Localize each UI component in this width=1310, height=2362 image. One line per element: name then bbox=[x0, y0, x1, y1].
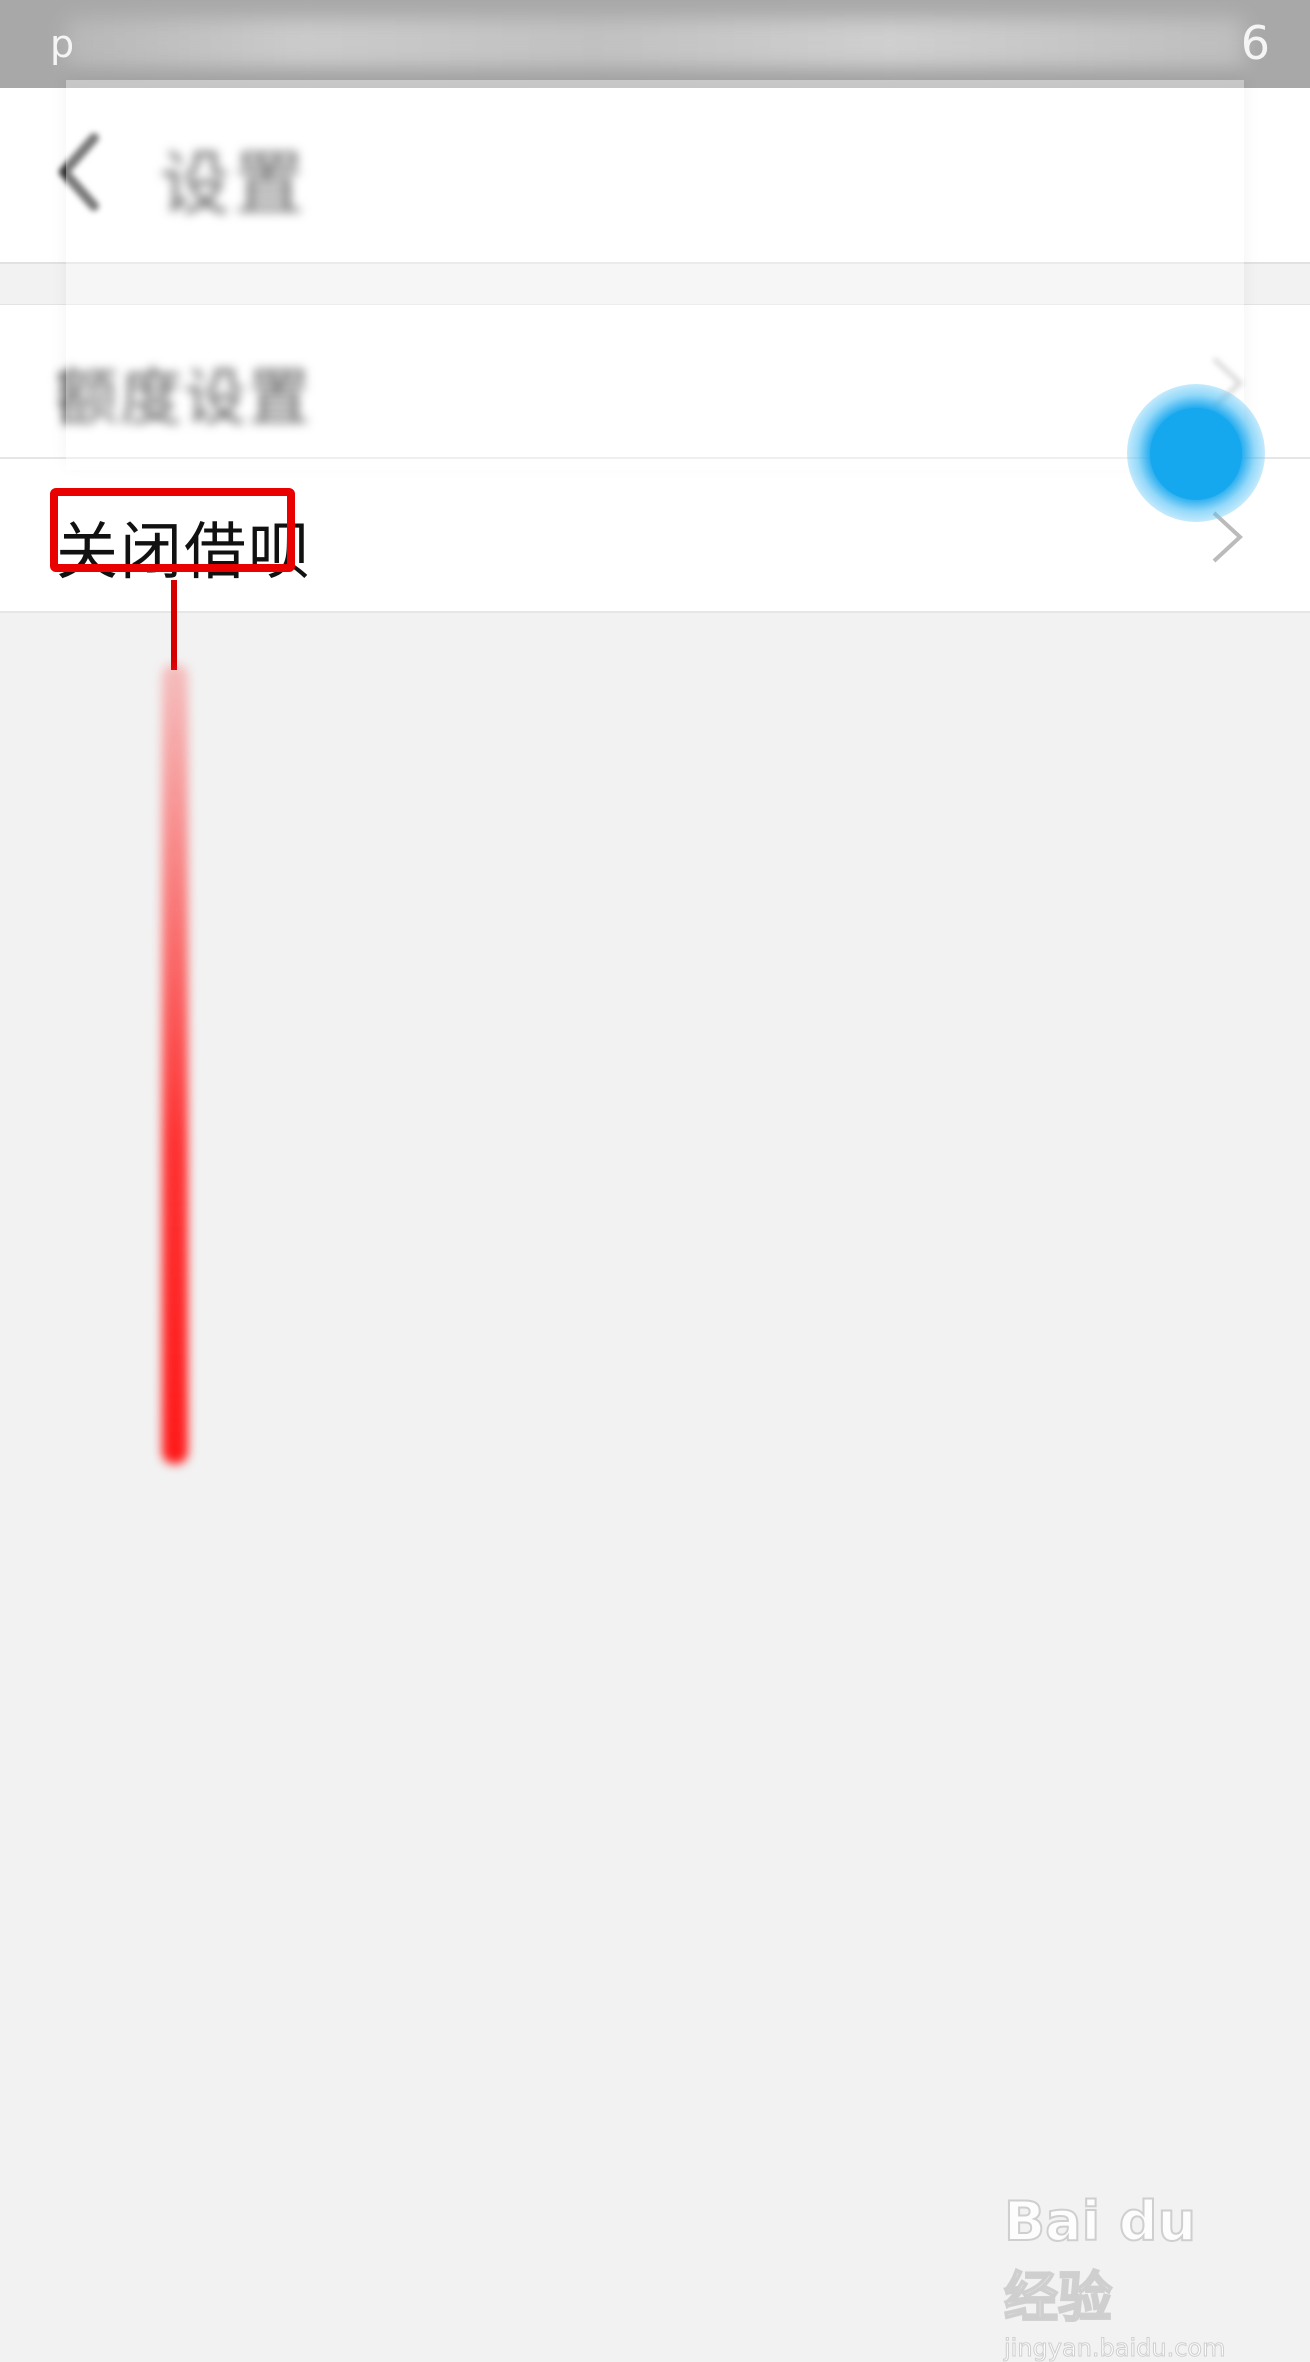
chevron-left-icon[interactable] bbox=[56, 132, 100, 212]
touch-indicator-dot bbox=[1150, 408, 1242, 500]
watermark-url: jingyan.baidu.com bbox=[1004, 2334, 1226, 2362]
status-bar-blurred-icons bbox=[66, 18, 1244, 68]
annotation-pointer-line bbox=[171, 580, 177, 670]
status-bar: p 6 bbox=[0, 0, 1310, 88]
annotation-highlight-box bbox=[50, 488, 295, 572]
list-item-quota-settings[interactable]: 额度设置 bbox=[0, 305, 1310, 459]
baidu-watermark: Bai du 经验 jingyan.baidu.com bbox=[1003, 2189, 1254, 2362]
watermark-logo: Bai du 经验 bbox=[1003, 2189, 1197, 2330]
status-time: 6 bbox=[1240, 16, 1270, 70]
list-item-label: 额度设置 bbox=[56, 361, 313, 434]
annotation-pointer-tail bbox=[162, 664, 188, 1464]
page-title: 设置 bbox=[160, 143, 308, 225]
navigation-header: 设置 bbox=[0, 88, 1310, 264]
status-carrier-text: p bbox=[50, 22, 75, 66]
